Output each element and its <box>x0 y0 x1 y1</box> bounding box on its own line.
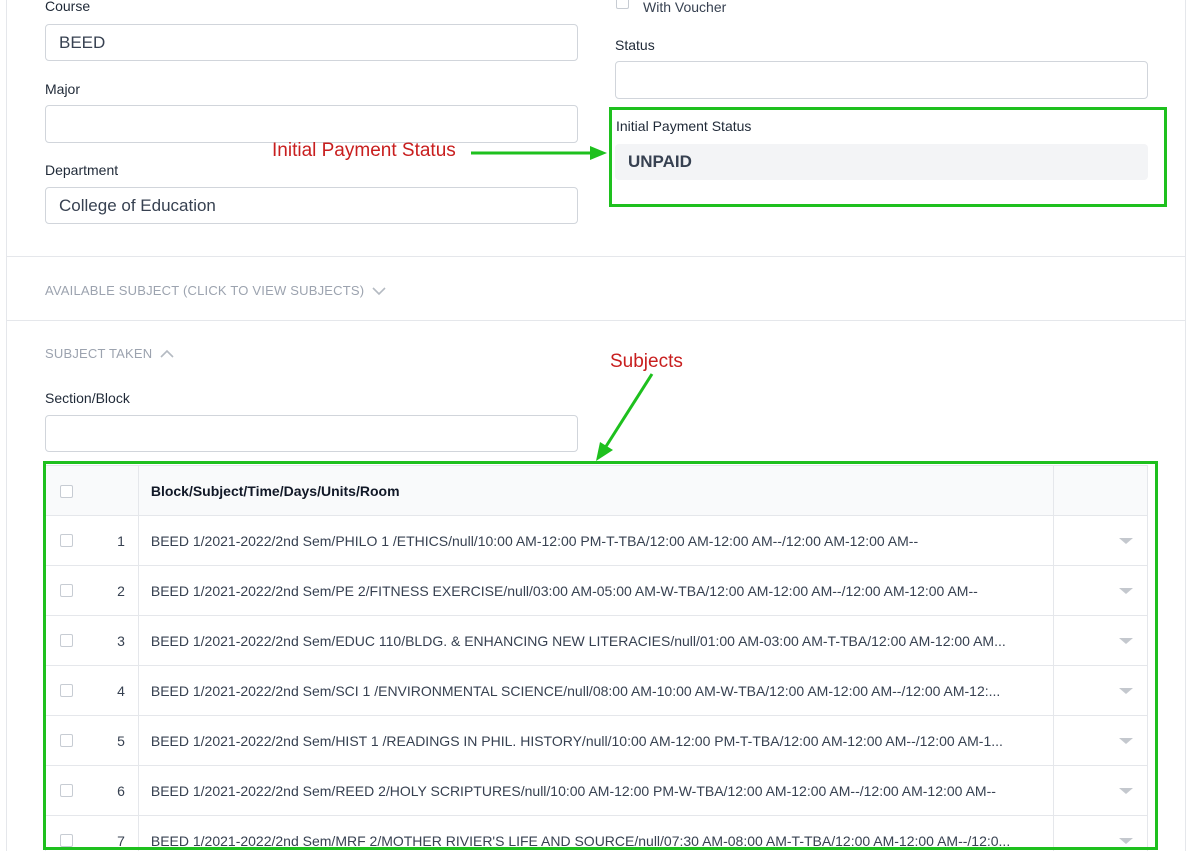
header-action-cell <box>1054 466 1147 515</box>
row-checkbox[interactable] <box>60 634 73 647</box>
row-action-cell[interactable] <box>1054 516 1147 565</box>
row-subject-text: BEED 1/2021-2022/2nd Sem/REED 2/HOLY SCR… <box>139 766 1055 815</box>
status-field[interactable] <box>615 61 1148 99</box>
divider <box>6 320 1186 321</box>
row-checkbox[interactable] <box>60 584 73 597</box>
payment-annotation: Initial Payment Status <box>272 140 456 161</box>
table-header: Block/Subject/Time/Days/Units/Room <box>45 465 1148 516</box>
course-label: Course <box>45 0 91 14</box>
subjects-table: Block/Subject/Time/Days/Units/Room 1 BEED… <box>45 465 1148 851</box>
row-check-cell <box>46 716 89 765</box>
section-block-label: Section/Block <box>45 390 130 406</box>
row-action-cell[interactable] <box>1054 666 1147 715</box>
row-checkbox[interactable] <box>60 534 73 547</box>
row-subject-text: BEED 1/2021-2022/2nd Sem/PE 2/FITNESS EX… <box>139 566 1055 615</box>
table-row[interactable]: 2 BEED 1/2021-2022/2nd Sem/PE 2/FITNESS E… <box>45 566 1148 616</box>
row-subject-text: BEED 1/2021-2022/2nd Sem/EDUC 110/BLDG. … <box>139 616 1055 665</box>
payment-arrow-icon <box>471 146 607 160</box>
section-block-field[interactable] <box>45 415 578 452</box>
subjects-arrow-icon <box>596 373 654 461</box>
table-row[interactable]: 4 BEED 1/2021-2022/2nd Sem/SCI 1 /ENVIRON… <box>45 666 1148 716</box>
subject-taken-toggle[interactable]: SUBJECT TAKEN <box>45 346 174 361</box>
row-check-cell <box>46 516 89 565</box>
row-action-cell[interactable] <box>1054 566 1147 615</box>
with-voucher-checkbox[interactable] <box>616 0 629 9</box>
divider <box>6 256 1186 257</box>
row-check-cell <box>46 816 89 851</box>
header-column-title: Block/Subject/Time/Days/Units/Room <box>139 466 1055 515</box>
caret-down-icon[interactable] <box>1119 838 1133 844</box>
major-label: Major <box>45 81 81 97</box>
major-field[interactable] <box>45 105 578 143</box>
row-subject-text: BEED 1/2021-2022/2nd Sem/MRF 2/MOTHER RI… <box>139 816 1055 851</box>
department-field[interactable]: College of Education <box>45 187 578 224</box>
row-subject-text: BEED 1/2021-2022/2nd Sem/PHILO 1 /ETHICS… <box>139 516 1055 565</box>
row-subject-text: BEED 1/2021-2022/2nd Sem/SCI 1 /ENVIRONM… <box>139 666 1055 715</box>
table-row[interactable]: 1 BEED 1/2021-2022/2nd Sem/PHILO 1 /ETHIC… <box>45 516 1148 566</box>
row-checkbox[interactable] <box>60 834 73 847</box>
initial-payment-value: UNPAID <box>615 144 1148 180</box>
caret-down-icon[interactable] <box>1119 738 1133 744</box>
chevron-down-icon <box>372 286 386 295</box>
select-all-checkbox[interactable] <box>60 485 73 498</box>
table-row[interactable]: 3 BEED 1/2021-2022/2nd Sem/EDUC 110/BLDG.… <box>45 616 1148 666</box>
row-subject-text: BEED 1/2021-2022/2nd Sem/HIST 1 /READING… <box>139 716 1055 765</box>
chevron-up-icon <box>160 349 174 358</box>
available-subject-toggle[interactable]: AVAILABLE SUBJECT (CLICK TO VIEW SUBJECT… <box>45 283 386 298</box>
with-voucher-label: With Voucher <box>643 0 727 15</box>
row-number: 1 <box>89 516 139 565</box>
row-check-cell <box>46 566 89 615</box>
caret-down-icon[interactable] <box>1119 638 1133 644</box>
table-row[interactable]: 6 BEED 1/2021-2022/2nd Sem/REED 2/HOLY SC… <box>45 766 1148 816</box>
row-action-cell[interactable] <box>1054 766 1147 815</box>
subject-taken-title: SUBJECT TAKEN <box>45 346 153 361</box>
row-check-cell <box>46 616 89 665</box>
row-number: 3 <box>89 616 139 665</box>
row-check-cell <box>46 766 89 815</box>
row-number: 4 <box>89 666 139 715</box>
caret-down-icon[interactable] <box>1119 688 1133 694</box>
course-field[interactable]: BEED <box>45 24 578 61</box>
caret-down-icon[interactable] <box>1119 538 1133 544</box>
row-action-cell[interactable] <box>1054 816 1147 851</box>
caret-down-icon[interactable] <box>1119 788 1133 794</box>
caret-down-icon[interactable] <box>1119 588 1133 594</box>
row-number: 7 <box>89 816 139 851</box>
initial-payment-label: Initial Payment Status <box>616 118 752 134</box>
row-checkbox[interactable] <box>60 684 73 697</box>
available-subject-title: AVAILABLE SUBJECT (CLICK TO VIEW SUBJECT… <box>45 283 365 298</box>
row-action-cell[interactable] <box>1054 716 1147 765</box>
table-body: 1 BEED 1/2021-2022/2nd Sem/PHILO 1 /ETHIC… <box>45 516 1148 851</box>
row-number: 2 <box>89 566 139 615</box>
status-label: Status <box>615 37 655 53</box>
row-number: 6 <box>89 766 139 815</box>
table-row[interactable]: 5 BEED 1/2021-2022/2nd Sem/HIST 1 /READIN… <box>45 716 1148 766</box>
table-row[interactable]: 7 BEED 1/2021-2022/2nd Sem/MRF 2/MOTHER R… <box>45 816 1148 851</box>
header-num-cell <box>89 466 139 515</box>
row-number: 5 <box>89 716 139 765</box>
row-check-cell <box>46 666 89 715</box>
row-action-cell[interactable] <box>1054 616 1147 665</box>
department-label: Department <box>45 162 119 178</box>
row-checkbox[interactable] <box>60 784 73 797</box>
header-check-cell <box>46 466 89 515</box>
row-checkbox[interactable] <box>60 734 73 747</box>
